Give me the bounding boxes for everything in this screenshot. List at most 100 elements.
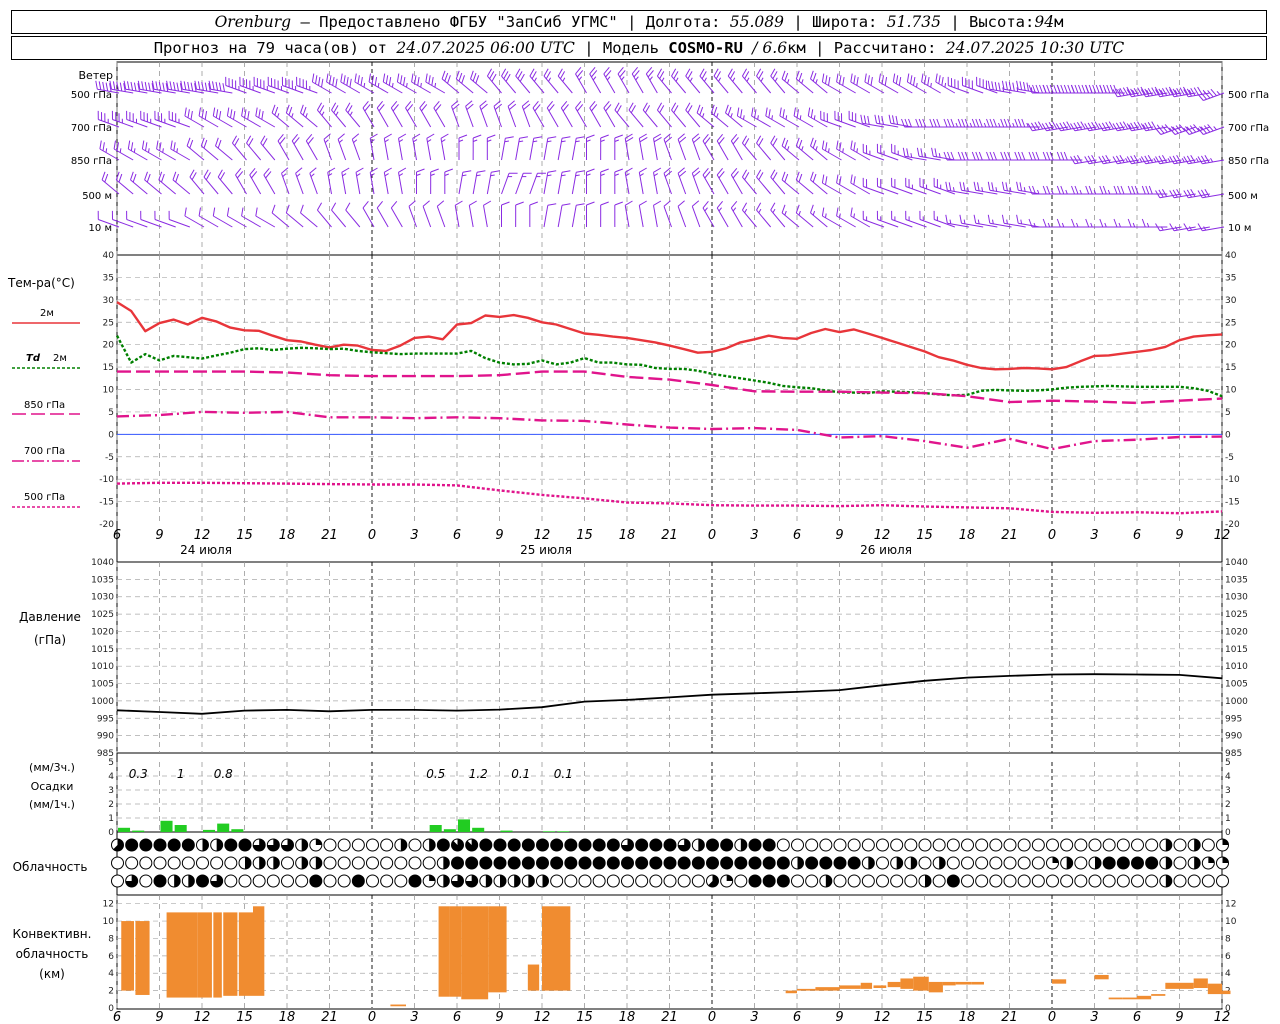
cloud-0-67 — [1060, 838, 1074, 852]
precip-bar-6 — [231, 829, 244, 832]
wind-half-feather-3-13 — [296, 173, 301, 177]
wind-feather-4-46-0 — [756, 202, 762, 211]
wind-feather-0-59-2 — [941, 77, 944, 86]
wind-feather-0-1-1 — [112, 81, 116, 90]
cloud-2-48 — [791, 874, 804, 888]
wind-feather-4-62-0 — [973, 214, 977, 224]
wind-feather-0-21-0 — [396, 73, 400, 83]
wind-feather-3-17-0 — [355, 167, 364, 173]
cloud-fill-1-9 — [245, 857, 251, 869]
wind-barb-4-73 — [1127, 218, 1154, 228]
cloud-0-53 — [861, 838, 875, 852]
wind-feather-4-29-0 — [529, 201, 538, 206]
wind-feather-2-78-2 — [1204, 154, 1210, 163]
conv-segment-22 — [900, 978, 914, 989]
xtick-bottom-14: 0 — [708, 1010, 716, 1024]
wind-feather-0-2-3 — [133, 82, 137, 92]
wind-half-feather-4-60 — [949, 219, 952, 224]
cloud-fill-0-5 — [182, 839, 195, 851]
cloud-2-70 — [1102, 874, 1116, 888]
cloud-1-0 — [111, 856, 124, 870]
wind-feather-0-52-0 — [836, 73, 839, 83]
cloud-fill-0-39 — [664, 839, 676, 851]
xtick-bottom-7: 3 — [410, 1010, 418, 1024]
wind-level-label-5: 10 м — [89, 223, 112, 234]
wind-barb-2-37 — [638, 133, 648, 161]
wind-feather-0-5-1 — [169, 81, 173, 90]
wind-feather-4-48-0 — [781, 204, 786, 214]
wind-barb-3-31 — [557, 170, 571, 195]
wind-barb-3-68 — [1056, 185, 1083, 195]
conv-segment-25 — [942, 981, 956, 986]
wind-feather-2-72-0 — [1112, 156, 1118, 165]
wind-feather-3-72-2 — [1120, 185, 1125, 195]
cloud-0-63 — [1003, 838, 1017, 852]
wind-feather-0-53-2 — [856, 77, 859, 86]
wind-feather-2-17-0 — [351, 133, 360, 140]
cloud-fill-1-23 — [443, 857, 450, 869]
cloud-fill-2-17 — [352, 875, 365, 887]
wind-feather-4-8-0 — [212, 207, 216, 217]
wind-feather-1-7-2 — [204, 111, 208, 120]
wind-barb-3-63 — [987, 181, 1012, 195]
wind-staff-4-12 — [271, 212, 290, 228]
wind-half-feather-1-49 — [799, 115, 802, 120]
wind-barb-2-78 — [1197, 154, 1225, 165]
wind-feather-2-47-1 — [772, 138, 778, 147]
cloud-1-64 — [1017, 856, 1031, 870]
wind-half-feather-3-24 — [462, 174, 467, 177]
conv-segment-29 — [1094, 974, 1109, 980]
cloud-fill-1-53 — [868, 857, 875, 869]
wind-feather-2-2-0 — [127, 140, 131, 150]
press-ytick-left-1000: 1000 — [91, 697, 114, 707]
xtick-temp-8: 6 — [453, 528, 461, 543]
wind-feather-1-73-2 — [1133, 121, 1139, 130]
wind-half-feather-2-25 — [473, 139, 478, 142]
wind-barb-2-32 — [571, 136, 585, 161]
wind-feather-1-47-1 — [768, 109, 771, 118]
wind-barb-3-12 — [281, 167, 290, 195]
wind-half-feather-2-34 — [600, 139, 605, 142]
precip-bar-4 — [203, 829, 216, 832]
conv-ytick-left-12: 12 — [103, 900, 114, 910]
wind-feather-2-22-0 — [426, 133, 435, 139]
precip-bar-7 — [429, 825, 442, 832]
wind-feather-0-46-1 — [758, 71, 764, 80]
wind-feather-0-55-0 — [878, 73, 881, 83]
cloud-fill-1-47 — [777, 857, 790, 869]
wind-feather-4-36-0 — [624, 200, 633, 206]
wind-feather-0-52-1 — [839, 75, 842, 84]
wind-feather-0-18-0 — [354, 73, 357, 83]
wind-feather-3-30-0 — [547, 170, 557, 173]
wind-feather-3-48-0 — [781, 171, 786, 181]
wind-feather-2-53-1 — [853, 142, 856, 151]
conv-ytick-left-6: 6 — [108, 952, 114, 962]
wind-half-feather-3-35 — [614, 173, 619, 176]
wind-barb-4-37 — [638, 200, 647, 228]
wind-barb-2-48 — [781, 137, 800, 161]
wind-feather-2-78-1 — [1200, 155, 1207, 164]
wind-feather-2-38-1 — [653, 136, 662, 143]
cloud-0-15 — [323, 838, 337, 852]
cloud-fill-1-13 — [301, 857, 308, 869]
wind-barb-3-19 — [383, 167, 392, 195]
wind-barb-2-24 — [458, 134, 468, 160]
wind-feather-0-21-1 — [400, 75, 403, 84]
wind-half-feather-2-30 — [547, 140, 552, 143]
conv-segment-20 — [873, 985, 887, 989]
wind-staff-4-41 — [691, 206, 701, 228]
xtick-temp-24: 6 — [1133, 528, 1141, 543]
wind-barb-1-12 — [271, 104, 290, 128]
wind-feather-0-3-2 — [144, 81, 148, 91]
wind-half-feather-2-57 — [910, 153, 913, 158]
wind-feather-2-10-1 — [248, 138, 254, 147]
cloud-fill-1-56 — [910, 857, 917, 869]
wind-feather-0-75-2 — [1161, 87, 1168, 96]
wind-feather-1-61-1 — [961, 118, 966, 128]
wind-barb-2-28 — [515, 136, 528, 161]
wind-feather-4-19-0 — [376, 200, 383, 209]
wind-feather-2-52-0 — [836, 140, 839, 150]
cloud-fill-1-26 — [479, 857, 492, 869]
wind-feather-1-12-1 — [274, 106, 279, 116]
xtick-temp-10: 12 — [534, 528, 551, 543]
